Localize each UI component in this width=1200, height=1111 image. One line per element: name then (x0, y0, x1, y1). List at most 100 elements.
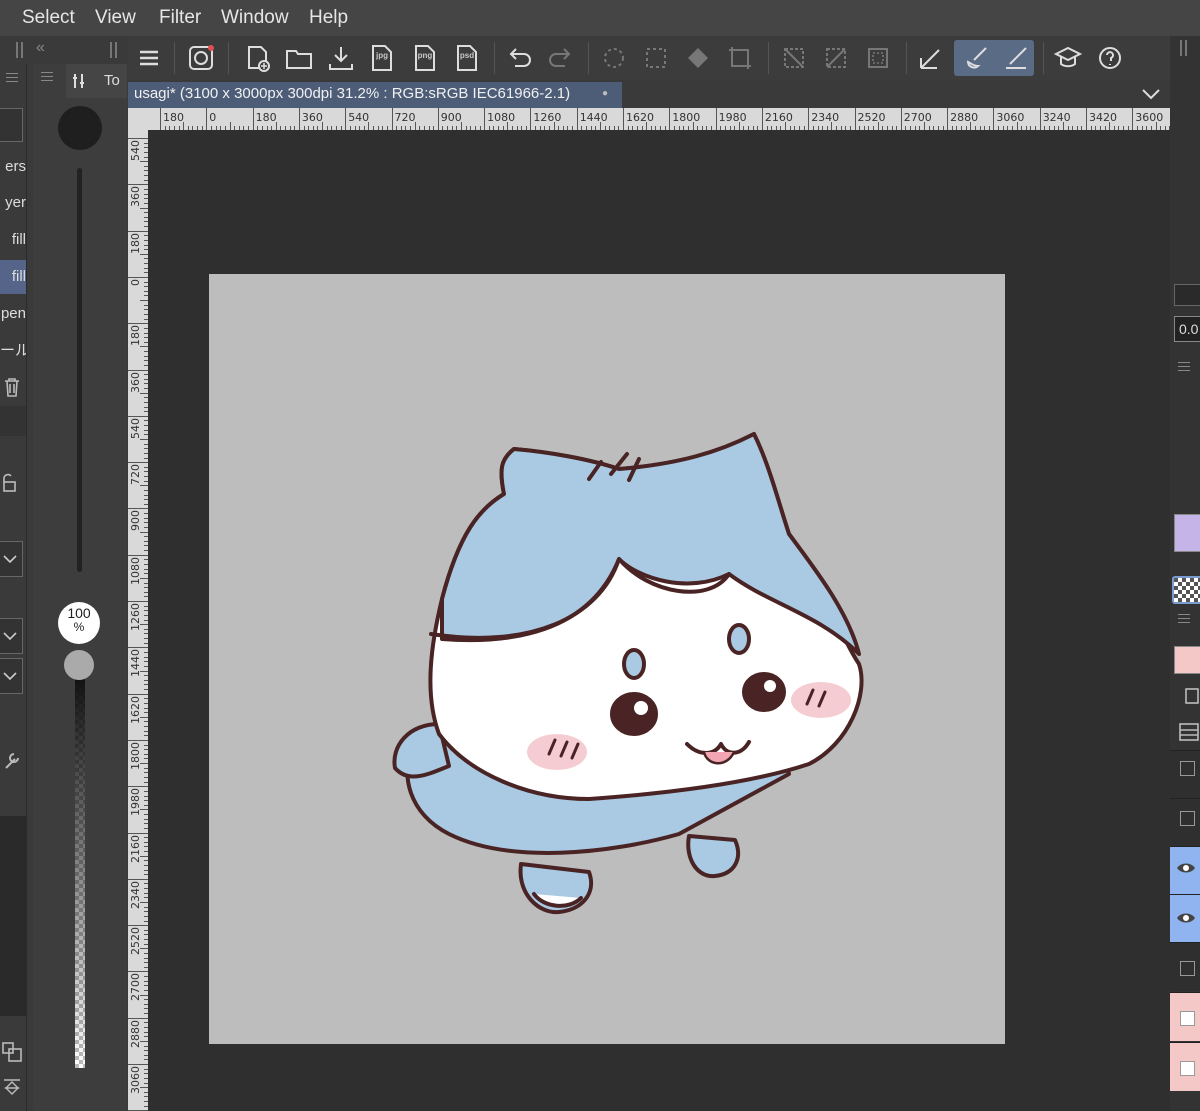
ruler-label: 2700 (129, 973, 142, 1002)
list-item[interactable]: ers (0, 150, 26, 184)
chevron-down-icon (3, 632, 17, 641)
chevron-down-icon[interactable] (1140, 86, 1162, 102)
layer-row[interactable] (1170, 1042, 1200, 1091)
new-file-icon[interactable] (240, 40, 276, 76)
visibility-checkbox[interactable] (1180, 961, 1195, 976)
list-item-selected[interactable]: fill (0, 260, 26, 294)
menu-icon[interactable] (131, 40, 167, 76)
panel-menu-icon[interactable] (41, 72, 53, 73)
panel-menu-icon[interactable] (1178, 614, 1190, 615)
layer-row[interactable] (1170, 750, 1200, 799)
wrench-icon[interactable] (0, 748, 24, 772)
layer-row[interactable] (1170, 992, 1200, 1041)
list-item[interactable]: fill (0, 223, 26, 257)
panel-menu-icon[interactable] (6, 73, 18, 74)
layer-row-selected[interactable] (1170, 894, 1200, 943)
panel-menu-icon[interactable] (1178, 362, 1190, 363)
clipboard-icon[interactable] (1182, 686, 1200, 704)
eye-icon[interactable] (1176, 911, 1196, 925)
transparent-color-swatch[interactable] (1172, 576, 1200, 604)
list-item[interactable]: ール (0, 334, 26, 368)
layer-row-selected[interactable] (1170, 846, 1200, 895)
clear-outside-icon[interactable] (818, 40, 854, 76)
select-all-icon[interactable] (596, 40, 632, 76)
opacity-slider-handle[interactable] (64, 650, 94, 680)
menu-view[interactable]: View (95, 0, 136, 36)
ruler-label: 180 (129, 232, 142, 254)
brush-size-preview (58, 106, 102, 150)
opacity-value: 100 (67, 605, 91, 621)
menu-select[interactable]: Select (22, 0, 75, 36)
menu-help[interactable]: Help (309, 0, 348, 36)
value-input[interactable]: 0.0 (1174, 316, 1200, 342)
eye-icon[interactable] (1176, 861, 1196, 875)
pen-tool-icon[interactable] (913, 40, 949, 76)
layer-row[interactable] (1170, 942, 1200, 991)
ruler-label: 1080 (129, 556, 142, 585)
ruler-label: 3420 (1089, 111, 1117, 124)
dropdown[interactable] (0, 658, 23, 694)
export-png-icon[interactable]: png (407, 40, 443, 76)
ruler-label: 540 (348, 111, 370, 124)
list-item[interactable]: yer (0, 186, 26, 220)
panel-field[interactable] (0, 108, 23, 142)
ruler-label: 1980 (129, 788, 142, 817)
flip-icon[interactable] (0, 1076, 24, 1100)
panel-grip-icon[interactable] (110, 42, 117, 58)
main-color-swatch[interactable] (1174, 514, 1200, 552)
ruler-label: 360 (129, 371, 142, 393)
visibility-checkbox[interactable] (1180, 1061, 1195, 1076)
preview-area (0, 816, 26, 1016)
clear-icon[interactable] (776, 40, 812, 76)
menu-window[interactable]: Window (221, 0, 289, 36)
visibility-checkbox[interactable] (1180, 811, 1195, 826)
redo-icon[interactable] (543, 40, 579, 76)
learn-icon[interactable] (1050, 40, 1086, 76)
transform-icon[interactable] (722, 40, 758, 76)
import-icon[interactable] (323, 40, 359, 76)
invert-selection-icon[interactable] (860, 40, 896, 76)
ruler-label: 3060 (996, 111, 1025, 124)
ruler-label: 2160 (129, 834, 142, 863)
export-psd-icon[interactable]: psd (449, 40, 485, 76)
tab-tool[interactable]: To (66, 64, 127, 98)
ruler-horizontal: 180 0 180 360 540 720 900 1080 1260 1440 1620 1800 1… (148, 108, 1170, 130)
eraser-tool-icon[interactable] (998, 40, 1034, 76)
resize-icon[interactable] (0, 1040, 24, 1064)
export-jpg-icon[interactable]: jpg (364, 40, 400, 76)
ruler-label: 2340 (129, 880, 142, 909)
collapse-left-icon[interactable]: « (36, 39, 45, 57)
list-item[interactable]: pen (0, 297, 26, 331)
layer-row[interactable] (1170, 798, 1200, 847)
layer-list-icon[interactable] (1178, 722, 1200, 742)
artboard[interactable] (209, 274, 1005, 1044)
ruler-label: 0 (129, 278, 142, 286)
trash-icon[interactable] (2, 376, 22, 398)
undo-icon[interactable] (501, 40, 537, 76)
opacity-slider-track[interactable] (75, 676, 85, 1068)
ruler-label: 0 (209, 111, 217, 124)
layer-color-swatch[interactable] (1174, 646, 1200, 674)
dropdown[interactable] (0, 618, 23, 654)
companion-icon[interactable] (183, 40, 219, 76)
panel-grip-icon[interactable] (16, 42, 23, 58)
lock-icon[interactable] (0, 472, 18, 494)
panel-field[interactable] (1174, 284, 1200, 306)
dropdown[interactable] (0, 541, 23, 577)
visibility-checkbox[interactable] (1180, 761, 1195, 776)
visibility-checkbox[interactable] (1180, 1011, 1195, 1026)
deselect-icon[interactable] (638, 40, 674, 76)
character-illustration (392, 432, 864, 915)
brush-size-slider[interactable] (77, 168, 82, 572)
fill-icon[interactable] (680, 40, 716, 76)
panel-divider (0, 406, 26, 436)
tab-document[interactable]: usagi* (3100 x 3000px 300dpi 31.2% : RGB… (128, 82, 622, 108)
document-title: usagi* (3100 x 3000px 300dpi 31.2% : RGB… (134, 85, 571, 102)
ruler-label: 2160 (764, 111, 793, 124)
panel-grip-icon[interactable] (1180, 40, 1187, 56)
help-icon[interactable] (1092, 40, 1128, 76)
ruler-label: 2880 (950, 111, 979, 124)
open-folder-icon[interactable] (281, 40, 317, 76)
menu-filter[interactable]: Filter (159, 0, 201, 36)
ruler-label: 2880 (129, 1019, 142, 1048)
